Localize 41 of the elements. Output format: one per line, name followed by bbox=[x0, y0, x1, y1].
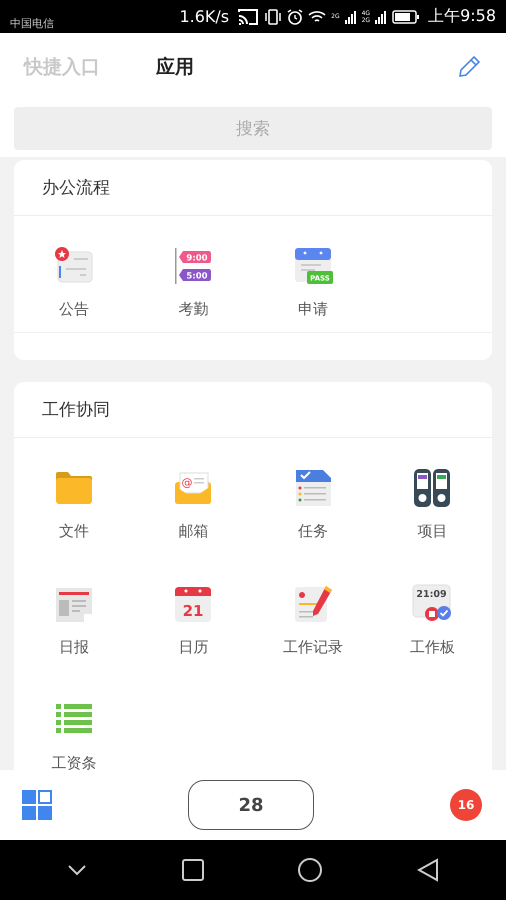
network-speed: 1.6K/s bbox=[179, 7, 230, 26]
search-field[interactable]: 搜索 bbox=[14, 107, 492, 150]
chevron-down-icon[interactable] bbox=[67, 864, 88, 876]
section-title: 工作协同 bbox=[14, 382, 492, 438]
app-shortcut[interactable]: 公告 bbox=[14, 216, 134, 332]
clock-time: 上午9:58 bbox=[428, 6, 496, 27]
cast-icon bbox=[237, 8, 260, 26]
signal-icon bbox=[375, 10, 388, 24]
tab[interactable]: 应用 bbox=[156, 50, 194, 84]
app-shortcut[interactable]: 日报 bbox=[14, 554, 134, 670]
app-shortcut[interactable]: 任务 bbox=[253, 438, 372, 554]
folder-icon bbox=[56, 472, 92, 504]
app-shortcut[interactable]: 21 日历 bbox=[134, 554, 253, 670]
binders-icon bbox=[414, 469, 450, 507]
app-shortcut[interactable]: 工作记录 bbox=[253, 554, 372, 670]
signal-icon bbox=[344, 10, 357, 24]
back-icon[interactable] bbox=[416, 858, 439, 882]
app-shortcut[interactable]: 工资条 bbox=[14, 670, 134, 770]
vibrate-icon bbox=[264, 8, 282, 24]
carrier-name: 中国电信 bbox=[10, 16, 54, 31]
edit-icon[interactable] bbox=[456, 54, 482, 80]
task-list-icon bbox=[296, 470, 331, 506]
report-icon bbox=[56, 588, 92, 622]
app-shortcut[interactable]: 文件 bbox=[14, 438, 134, 554]
section-title: 办公流程 bbox=[14, 160, 492, 216]
list-icon bbox=[56, 704, 92, 733]
note-pencil-icon bbox=[294, 586, 332, 622]
app-shortcut[interactable]: @ 邮箱 bbox=[134, 438, 253, 554]
message-badge[interactable]: 16 bbox=[450, 789, 482, 821]
app-shortcut[interactable]: 9:00 5:00 考勤 bbox=[134, 216, 253, 332]
recents-icon[interactable] bbox=[182, 859, 204, 881]
notice-icon bbox=[54, 247, 92, 282]
alarm-icon bbox=[287, 8, 304, 24]
home-icon[interactable] bbox=[298, 858, 322, 882]
wifi-icon bbox=[308, 10, 326, 24]
calendar-icon: 21 bbox=[175, 587, 212, 622]
app-shortcut[interactable]: 21:09 工作板 bbox=[372, 554, 492, 670]
app-grid-icon[interactable] bbox=[22, 790, 52, 820]
count-button[interactable]: 28 bbox=[188, 780, 314, 830]
battery-icon bbox=[392, 10, 420, 24]
app-shortcut[interactable]: 项目 bbox=[372, 438, 492, 554]
